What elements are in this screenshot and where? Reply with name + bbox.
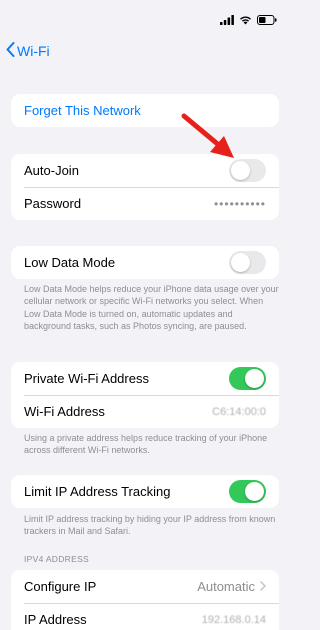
private-address-row: Private Wi-Fi Address bbox=[11, 362, 279, 395]
signal-icon bbox=[220, 12, 234, 30]
annotation-arrow-icon bbox=[180, 112, 238, 167]
forget-group: Forget This Network bbox=[11, 94, 279, 127]
configure-ip-label: Configure IP bbox=[24, 579, 97, 594]
password-value: •••••••••• bbox=[213, 196, 266, 211]
private-address-group: Private Wi-Fi Address Wi-Fi Address C6:1… bbox=[11, 362, 279, 428]
ip-address-value: 192.168.0.14 bbox=[201, 613, 266, 626]
low-data-label: Low Data Mode bbox=[24, 255, 116, 270]
ip-address-row: IP Address 192.168.0.14 bbox=[11, 603, 279, 630]
ipv4-group: Configure IP Automatic IP Address 192.16… bbox=[11, 570, 279, 630]
status-bar bbox=[0, 0, 291, 34]
forget-network-button[interactable]: Forget This Network bbox=[11, 94, 279, 127]
limit-tracking-group: Limit IP Address Tracking bbox=[11, 475, 279, 508]
status-icons bbox=[220, 12, 277, 30]
wifi-icon bbox=[239, 12, 252, 30]
ipv4-section-header: IPV4 ADDRESS bbox=[24, 554, 90, 564]
wifi-address-value: C6:14:00:0 bbox=[212, 405, 266, 418]
limit-tracking-label: Limit IP Address Tracking bbox=[24, 484, 171, 499]
ip-address-label: IP Address bbox=[24, 612, 87, 627]
low-data-toggle[interactable] bbox=[229, 251, 266, 274]
toggle-knob bbox=[245, 482, 264, 501]
low-data-group: Low Data Mode bbox=[11, 246, 279, 279]
limit-tracking-footnote: Limit IP address tracking by hiding your… bbox=[24, 514, 276, 537]
auto-join-row: Auto-Join bbox=[11, 154, 279, 187]
toggle-knob bbox=[231, 253, 250, 272]
battery-icon bbox=[257, 12, 277, 30]
join-group: Auto-Join Password •••••••••• bbox=[11, 154, 279, 220]
configure-ip-value: Automatic bbox=[197, 579, 255, 594]
forget-network-label: Forget This Network bbox=[24, 103, 141, 118]
low-data-footnote: Low Data Mode helps reduce your iPhone d… bbox=[24, 284, 279, 332]
limit-tracking-row: Limit IP Address Tracking bbox=[11, 475, 279, 508]
configure-ip-row[interactable]: Configure IP Automatic bbox=[11, 570, 279, 603]
private-address-footnote: Using a private address helps reduce tra… bbox=[24, 433, 268, 456]
password-label: Password bbox=[24, 196, 82, 211]
chevron-left-icon bbox=[6, 42, 15, 60]
chevron-right-icon bbox=[260, 579, 266, 594]
low-data-row: Low Data Mode bbox=[11, 246, 279, 279]
toggle-knob bbox=[245, 369, 264, 388]
private-address-label: Private Wi-Fi Address bbox=[24, 371, 149, 386]
password-row[interactable]: Password •••••••••• bbox=[11, 187, 279, 220]
limit-tracking-toggle[interactable] bbox=[229, 480, 266, 503]
auto-join-label: Auto-Join bbox=[24, 163, 79, 178]
wifi-address-row: Wi-Fi Address C6:14:00:0 bbox=[11, 395, 279, 428]
back-label: Wi-Fi bbox=[17, 43, 50, 59]
wifi-address-label: Wi-Fi Address bbox=[24, 404, 105, 419]
private-address-toggle[interactable] bbox=[229, 367, 266, 390]
back-button[interactable]: Wi-Fi bbox=[6, 40, 50, 62]
